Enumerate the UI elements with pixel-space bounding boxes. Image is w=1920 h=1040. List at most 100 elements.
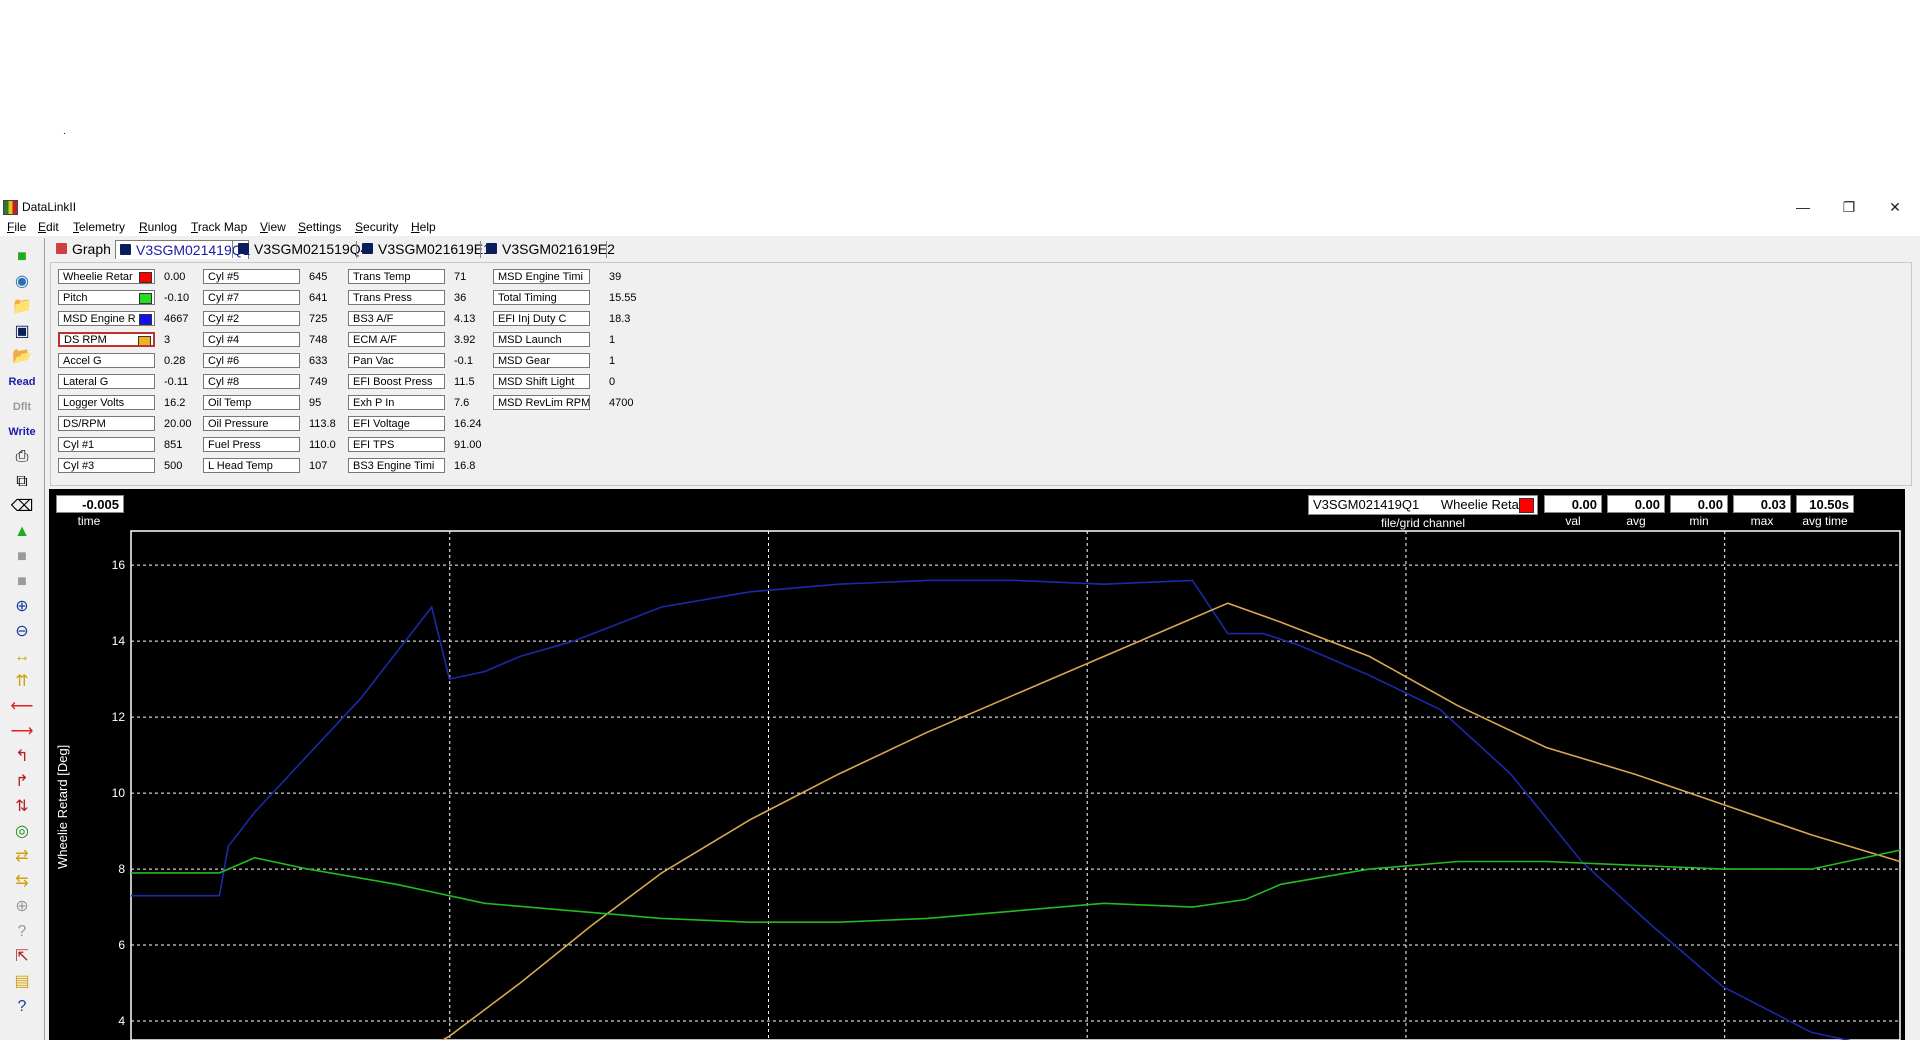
channel-msd-gear[interactable]: MSD Gear: [493, 353, 590, 368]
channel-color-swatch[interactable]: [139, 314, 152, 325]
graph-tab-icon: [56, 243, 67, 254]
copy-icon[interactable]: ⧉: [4, 471, 40, 493]
channel-total-timing[interactable]: Total Timing: [493, 290, 590, 305]
channel-color-swatch[interactable]: [139, 293, 152, 304]
menu-file[interactable]: File: [7, 220, 26, 234]
channel-cyl-6[interactable]: Cyl #6: [203, 353, 300, 368]
read-button[interactable]: Read: [4, 371, 40, 393]
menu-help[interactable]: Help: [411, 220, 436, 234]
channel-efi-voltage[interactable]: EFI Voltage: [348, 416, 445, 431]
graph-area[interactable]: -0.005 time V3SGM021419Q1 Wheelie Retard…: [49, 489, 1905, 1040]
channel-color-swatch[interactable]: [138, 336, 151, 345]
channel-cyl-4[interactable]: Cyl #4: [203, 332, 300, 347]
disk-icon: [486, 243, 497, 254]
add-overlay-icon[interactable]: ⊕: [4, 896, 40, 918]
disk-icon: [362, 243, 373, 254]
tab-file-2[interactable]: V3SGM021519Q4: [234, 240, 372, 258]
disabled-tool-icon-2[interactable]: ■: [4, 571, 40, 593]
channel-oil-temp[interactable]: Oil Temp: [203, 395, 300, 410]
channel-value: 3.92: [454, 334, 476, 346]
swap-icon-2[interactable]: ⇆: [4, 871, 40, 893]
channel-wheelie-retar[interactable]: Wheelie Retar: [58, 269, 155, 284]
channel-name: Oil Temp: [208, 397, 252, 409]
tab-file-1[interactable]: V3SGM021419Q1: [115, 240, 250, 259]
cursor-left-icon[interactable]: ↰: [4, 746, 40, 768]
question-overlay-icon[interactable]: ?: [4, 921, 40, 943]
channel-msd-engine-timi[interactable]: MSD Engine Timi: [493, 269, 590, 284]
tab-file-4[interactable]: V3SGM021619E2: [482, 240, 622, 258]
channel-ecm-a-f[interactable]: ECM A/F: [348, 332, 445, 347]
channel-value: 36: [454, 292, 467, 304]
zoom-out-icon[interactable]: ⊖: [4, 621, 40, 643]
channel-msd-engine-r[interactable]: MSD Engine R: [58, 311, 155, 326]
expand-horizontal-icon[interactable]: ↔: [4, 646, 40, 668]
eraser-icon[interactable]: ⌫: [4, 496, 40, 518]
menu-security[interactable]: Security: [355, 220, 398, 234]
channel-msd-launch[interactable]: MSD Launch: [493, 332, 590, 347]
graph-icon[interactable]: ▤: [4, 971, 40, 993]
channel-efi-inj-duty-c[interactable]: EFI Inj Duty C: [493, 311, 590, 326]
restore-icon[interactable]: ❐: [1826, 196, 1872, 218]
tab-file-3[interactable]: V3SGM021619E1: [358, 240, 496, 258]
channel-color-swatch[interactable]: [139, 272, 152, 283]
channel-bs3-engine-timi[interactable]: BS3 Engine Timi: [348, 458, 445, 473]
channel-ds-rpm[interactable]: DS RPM: [58, 332, 155, 347]
open-folder-icon[interactable]: 📁: [4, 296, 40, 318]
channel-cyl-8[interactable]: Cyl #8: [203, 374, 300, 389]
channel-efi-tps[interactable]: EFI TPS: [348, 437, 445, 452]
channel-cyl-7[interactable]: Cyl #7: [203, 290, 300, 305]
save-icon[interactable]: ▣: [4, 321, 40, 343]
channel-bs3-a-f[interactable]: BS3 A/F: [348, 311, 445, 326]
cursor-right-icon[interactable]: ↱: [4, 771, 40, 793]
arrow-right-icon[interactable]: ⟶: [4, 721, 40, 743]
write-button[interactable]: Write: [4, 421, 40, 443]
line-chart[interactable]: 4 6 8 10 12 14 16: [49, 489, 1905, 1040]
channel-cyl-3[interactable]: Cyl #3: [58, 458, 155, 473]
dflt-button[interactable]: Dflt: [4, 396, 40, 418]
menu-runlog[interactable]: Runlog: [139, 220, 177, 234]
menu-track-map[interactable]: Track Map: [191, 220, 247, 234]
target-icon[interactable]: ◎: [4, 821, 40, 843]
disabled-tool-icon[interactable]: ■: [4, 546, 40, 568]
channel-exh-p-in[interactable]: Exh P In: [348, 395, 445, 410]
globe-icon[interactable]: ◉: [4, 271, 40, 293]
new-icon[interactable]: ■: [4, 246, 40, 268]
menu-telemetry[interactable]: Telemetry: [73, 220, 125, 234]
open-file-icon[interactable]: 📂: [4, 346, 40, 368]
menu-settings[interactable]: Settings: [298, 220, 341, 234]
channel-fuel-press[interactable]: Fuel Press: [203, 437, 300, 452]
arrow-left-icon[interactable]: ⟵: [4, 696, 40, 718]
channel-cyl-1[interactable]: Cyl #1: [58, 437, 155, 452]
channel-trans-temp[interactable]: Trans Temp: [348, 269, 445, 284]
print-icon[interactable]: ⎙: [4, 446, 40, 468]
zero-x-icon[interactable]: ⇈: [4, 671, 40, 693]
channel-map-icon[interactable]: ▲: [4, 521, 40, 543]
channel-ds-rpm[interactable]: DS/RPM: [58, 416, 155, 431]
channel-value: 113.8: [309, 418, 336, 430]
channel-lateral-g[interactable]: Lateral G: [58, 374, 155, 389]
close-icon[interactable]: ✕: [1872, 196, 1918, 218]
zoom-in-icon[interactable]: ⊕: [4, 596, 40, 618]
menu-view[interactable]: View: [260, 220, 286, 234]
channel-accel-g[interactable]: Accel G: [58, 353, 155, 368]
minimize-icon[interactable]: —: [1780, 196, 1826, 218]
channel-efi-boost-press[interactable]: EFI Boost Press: [348, 374, 445, 389]
swap-icon[interactable]: ⇄: [4, 846, 40, 868]
channel-msd-shift-light[interactable]: MSD Shift Light: [493, 374, 590, 389]
channel-logger-volts[interactable]: Logger Volts: [58, 395, 155, 410]
channel-trans-press[interactable]: Trans Press: [348, 290, 445, 305]
channel-msd-revlim-rpm[interactable]: MSD RevLim RPM: [493, 395, 590, 410]
channel-pan-vac[interactable]: Pan Vac: [348, 353, 445, 368]
cursor-both-icon[interactable]: ⇅: [4, 796, 40, 818]
help-icon[interactable]: ?: [4, 996, 40, 1018]
channel-l-head-temp[interactable]: L Head Temp: [203, 458, 300, 473]
channel-cyl-2[interactable]: Cyl #2: [203, 311, 300, 326]
series-line-3: [131, 849, 1901, 923]
channel-value: 15.55: [609, 292, 637, 304]
channel-oil-pressure[interactable]: Oil Pressure: [203, 416, 300, 431]
tab-bar: Graph V3SGM021419Q1 V3SGM021519Q4 V3SGM0…: [50, 238, 1910, 260]
channel-cyl-5[interactable]: Cyl #5: [203, 269, 300, 284]
channel-pitch[interactable]: Pitch: [58, 290, 155, 305]
menu-edit[interactable]: Edit: [38, 220, 59, 234]
measure-icon[interactable]: ⇱: [4, 946, 40, 968]
